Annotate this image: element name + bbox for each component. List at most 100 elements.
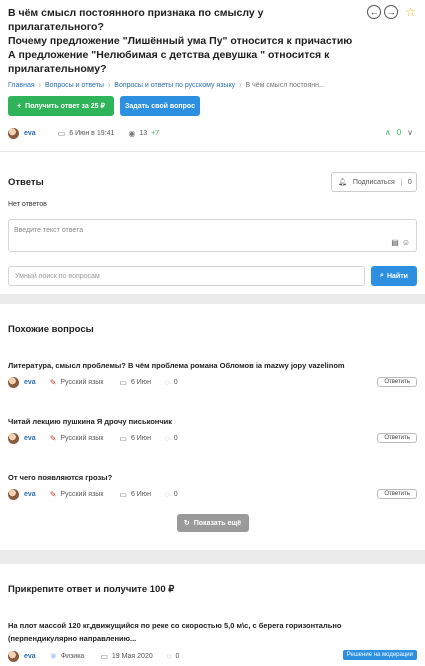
calendar-icon: ▭ bbox=[119, 378, 127, 387]
plus-icon: + bbox=[17, 102, 22, 110]
date-meta: ▭ 6 Июн bbox=[119, 378, 151, 387]
date: 6 Июн bbox=[130, 379, 151, 386]
similar-questions-card: Похожие вопросы Литература, смысл пробле… bbox=[0, 304, 425, 550]
search-button-label: Найти bbox=[386, 272, 408, 280]
pin-question-line: На плот массой 120 кг,движущийся по реке… bbox=[8, 621, 342, 630]
author-name[interactable]: eva bbox=[24, 491, 36, 498]
comment-icon: ◌ bbox=[164, 434, 170, 443]
answer-input[interactable]: Введите текст ответа ▤ ☺ bbox=[8, 219, 417, 252]
subject-name[interactable]: Русский язык bbox=[60, 379, 103, 386]
subscribe-count: 0 bbox=[400, 178, 412, 186]
question-meta: eva ▭ 6 Июн в 19:41 ◉ 13 +7 ∧ 0 ∨ bbox=[8, 128, 417, 139]
date: 19 Мая 2020 bbox=[111, 653, 153, 660]
vote-count: 0 bbox=[396, 128, 402, 137]
comments-count: 0 bbox=[173, 435, 178, 442]
views-count: 13 bbox=[139, 130, 148, 137]
emoji-icon[interactable]: ☺ bbox=[402, 238, 410, 247]
avatar[interactable] bbox=[8, 377, 19, 388]
search-button[interactable]: ⌕ Найти bbox=[371, 266, 417, 286]
ask-question-button[interactable]: Задать свой вопрос bbox=[120, 96, 200, 116]
breadcrumb-russian[interactable]: Вопросы и ответы по русскому языку bbox=[114, 82, 235, 89]
date-meta: ▭ 19 Мая 2020 bbox=[100, 652, 152, 661]
subscribe-button[interactable]: 🔔︎ Подписаться 0 bbox=[331, 172, 417, 192]
search-input[interactable]: Умный поиск по вопросам bbox=[8, 266, 365, 286]
pin-meta: eva ⚛ Физика ▭ 19 Мая 2020 ◌ 0 Решение н… bbox=[8, 650, 417, 662]
date: 6 Июн bbox=[130, 435, 151, 442]
date-meta: ▭ 6 Июн bbox=[119, 434, 151, 443]
question-card: В чём смысл постоянного признака по смыс… bbox=[0, 0, 425, 294]
breadcrumb-qa[interactable]: Вопросы и ответы bbox=[45, 82, 104, 89]
breadcrumb: Главная › Вопросы и ответы › Вопросы и о… bbox=[8, 82, 417, 89]
subject-meta: ✎ Русский язык bbox=[50, 490, 104, 499]
search-placeholder: Умный поиск по вопросам bbox=[15, 272, 100, 280]
pen-icon: ✎ bbox=[49, 434, 57, 443]
attach-file-icon[interactable]: ▤ bbox=[391, 238, 399, 247]
breadcrumb-separator: › bbox=[38, 82, 41, 89]
bell-icon: 🔔︎ bbox=[338, 179, 347, 186]
date-meta: ▭ 6 Июн bbox=[119, 490, 151, 499]
get-answer-label: Получить ответ за 25 ₽ bbox=[25, 103, 105, 110]
list-item: Читай лекцию пушкина Я дрочу писькончик … bbox=[8, 417, 417, 444]
subject-meta: ⚛ Физика bbox=[50, 652, 85, 661]
pin-title: Прикрепите ответ и получите 100 ₽ bbox=[8, 584, 175, 595]
question-date: 6 Июн в 19:41 bbox=[69, 130, 115, 137]
date-meta: ▭ 6 Июн в 19:41 bbox=[58, 129, 115, 138]
avatar[interactable] bbox=[8, 433, 19, 444]
avatar[interactable] bbox=[8, 651, 19, 662]
next-arrow-icon[interactable]: → bbox=[384, 5, 399, 19]
get-answer-button[interactable]: + Получить ответ за 25 ₽ bbox=[8, 96, 114, 116]
no-answers-text: Нет ответов bbox=[8, 201, 47, 208]
subject-name[interactable]: Русский язык bbox=[60, 435, 103, 442]
similar-meta: eva ✎ Русский язык ▭ 6 Июн ◌ 0 Ответить bbox=[8, 377, 417, 388]
views-meta: ◉ 13 +7 bbox=[128, 129, 159, 138]
show-more-button[interactable]: ↻ Показать ещё bbox=[176, 514, 249, 532]
divider bbox=[0, 151, 425, 152]
views-delta: +7 bbox=[151, 130, 160, 137]
author-name[interactable]: eva bbox=[24, 435, 36, 442]
action-buttons: + Получить ответ за 25 ₽ Задать свой воп… bbox=[8, 96, 417, 116]
comments-count: 0 bbox=[173, 379, 178, 386]
reply-button[interactable]: Ответить bbox=[377, 489, 417, 499]
calendar-icon: ▭ bbox=[57, 129, 66, 138]
avatar[interactable] bbox=[8, 128, 19, 139]
similar-title: Похожие вопросы bbox=[8, 324, 94, 335]
breadcrumb-separator: › bbox=[239, 82, 242, 89]
similar-question-link[interactable]: Литература, смысл проблемы? В чём пробле… bbox=[8, 361, 417, 370]
subject-name[interactable]: Физика bbox=[61, 653, 84, 660]
date: 6 Июн bbox=[130, 491, 151, 498]
calendar-icon: ▭ bbox=[119, 434, 127, 443]
pin-question-line: (перпендикулярно направлению... bbox=[8, 634, 137, 643]
answers-title: Ответы bbox=[8, 176, 44, 188]
subscribe-label: Подписаться bbox=[352, 178, 395, 186]
answer-tools: ▤ ☺ bbox=[391, 238, 410, 247]
question-title-line: В чём смысл постоянного признака по смыс… bbox=[8, 7, 264, 33]
author-name[interactable]: eva bbox=[24, 653, 36, 660]
similar-question-link[interactable]: От чего появляются грозы? bbox=[8, 473, 417, 482]
votes: ∧ 0 ∨ bbox=[385, 128, 413, 137]
reply-button[interactable]: Ответить bbox=[377, 377, 417, 387]
author-name[interactable]: eva bbox=[24, 379, 36, 386]
question-title-line: Почему предложение "Лишённый ума Пу" отн… bbox=[8, 35, 353, 47]
subject-meta: ✎ Русский язык bbox=[50, 434, 104, 443]
pin-question-link[interactable]: На плот массой 120 кг,движущийся по реке… bbox=[8, 619, 417, 645]
avatar[interactable] bbox=[8, 489, 19, 500]
breadcrumb-current: В чём смысл постоянн... bbox=[245, 82, 325, 89]
calendar-icon: ▭ bbox=[100, 652, 108, 661]
reply-button[interactable]: Ответить bbox=[377, 433, 417, 443]
question-nav: ← → ☆ bbox=[367, 5, 416, 19]
star-icon[interactable]: ☆ bbox=[405, 5, 416, 19]
comments-count: 0 bbox=[175, 653, 180, 660]
subject-name[interactable]: Русский язык bbox=[60, 491, 103, 498]
answer-placeholder: Введите текст ответа bbox=[14, 227, 84, 234]
prev-arrow-icon[interactable]: ← bbox=[367, 5, 382, 19]
vote-up-icon[interactable]: ∧ bbox=[385, 128, 391, 137]
comments-count: 0 bbox=[173, 491, 178, 498]
vote-down-icon[interactable]: ∨ bbox=[407, 128, 413, 137]
list-item: Литература, смысл проблемы? В чём пробле… bbox=[8, 361, 417, 388]
breadcrumb-home[interactable]: Главная bbox=[8, 82, 35, 89]
question-title-line: прилагательному? bbox=[8, 63, 107, 75]
author-name[interactable]: eva bbox=[24, 130, 36, 137]
similar-question-link[interactable]: Читай лекцию пушкина Я дрочу писькончик bbox=[8, 417, 417, 426]
answers-header: Ответы 🔔︎ Подписаться 0 bbox=[8, 172, 417, 192]
comment-icon: ◌ bbox=[164, 490, 170, 499]
